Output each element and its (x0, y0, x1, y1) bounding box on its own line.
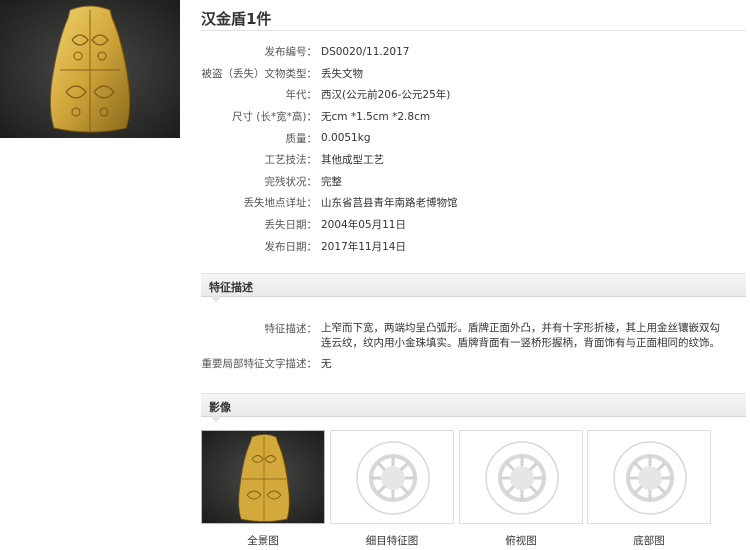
title-divider (201, 30, 746, 31)
thumbnail-image[interactable] (587, 430, 711, 524)
field-label: 发布编号： (264, 46, 318, 59)
field-row: 年代： 西汉(公元前206-公元25年) (201, 84, 746, 106)
section-notch-inner (212, 416, 220, 421)
artifact-main-photo[interactable] (0, 0, 180, 138)
images-section-header: 影像 (201, 393, 746, 422)
artifact-fields: 发布编号： DS0020/11.2017 被盗（丢失）文物类型： 丢失文物 年代：西… (201, 41, 746, 257)
field-row: 被盗（丢失）文物类型： 丢失文物 (201, 63, 746, 85)
thumbnail-caption: 全景图 (247, 535, 279, 547)
field-value: DS0020/11.2017 (321, 45, 410, 58)
field-value: 西汉(公元前206-公元25年) (321, 89, 451, 102)
thumbnail-caption: 俯视图 (505, 535, 537, 547)
feature-description: 特征描述： 上窄而下宽，两端均呈凸弧形。盾牌正面外凸，并有十字形折棱，其上用金丝… (201, 321, 746, 351)
thumbnail-top-view[interactable]: 俯视图 (459, 430, 583, 548)
field-row: 丢失地点详址： 山东省莒县青年南路老博物馆 (201, 192, 746, 214)
key-feature-value: 无 (321, 358, 332, 370)
field-label: 发布日期： (264, 240, 318, 253)
field-row: 发布日期： 2017年11月14日 (201, 235, 746, 257)
field-value: 2004年05月11日 (321, 219, 406, 232)
thumbnail-image[interactable] (330, 430, 454, 524)
field-row: 尺寸 (长*宽*高)： 无cm *1.5cm *2.8cm (201, 106, 746, 128)
field-value: 无cm *1.5cm *2.8cm (321, 111, 431, 124)
artifact-title: 汉金盾1件 (201, 10, 272, 28)
field-label: 丢失地点详址： (243, 197, 318, 210)
key-feature-row: 重要局部特征文字描述： 无 (201, 356, 332, 371)
feature-description-line: 连云纹，纹内用小金珠填实。盾牌背面有一竖桥形握柄，背面饰有与正面相同的纹饰。 (321, 337, 720, 349)
heritage-seal-icon (356, 441, 430, 515)
field-label: 丢失日期： (264, 219, 318, 232)
feature-description-line: 上窄而下宽，两端均呈凸弧形。盾牌正面外凸，并有十字形折棱，其上用金丝镶嵌双勾 (321, 322, 720, 334)
field-label: 工艺技法： (264, 154, 318, 167)
thumbnail-caption: 底部图 (633, 535, 665, 547)
field-value: 0.0051kg (321, 132, 371, 145)
thumbnail-image[interactable] (459, 430, 583, 524)
image-thumbnails: 全景图 细目特征图 俯视图 底部图 (201, 430, 746, 550)
section-notch-inner (212, 296, 220, 301)
heritage-seal-icon (485, 441, 559, 515)
field-row: 完残状况： 完整 (201, 171, 746, 193)
field-label: 完残状况： (264, 175, 318, 188)
field-row: 质量： 0.0051kg (201, 127, 746, 149)
field-row: 工艺技法： 其他成型工艺 (201, 149, 746, 171)
gold-shield-image (49, 5, 131, 133)
thumbnail-bottom-view[interactable]: 底部图 (587, 430, 711, 548)
field-value: 其他成型工艺 (321, 154, 384, 167)
field-value: 丢失文物 (321, 67, 363, 80)
heritage-seal-icon (613, 441, 687, 515)
field-row: 丢失日期： 2004年05月11日 (201, 214, 746, 236)
key-feature-label: 重要局部特征文字描述： (201, 358, 318, 370)
feature-description-label: 特征描述： (264, 323, 318, 335)
thumbnail-image[interactable] (201, 430, 325, 524)
thumbnail-detail[interactable]: 细目特征图 (330, 430, 454, 548)
feature-description-row: 特征描述： 上窄而下宽，两端均呈凸弧形。盾牌正面外凸，并有十字形折棱，其上用金丝… (201, 321, 746, 351)
field-label: 年代： (285, 89, 318, 102)
field-label: 被盗（丢失）文物类型： (201, 67, 318, 80)
field-label: 尺寸 (长*宽*高)： (231, 111, 317, 124)
field-value: 山东省莒县青年南路老博物馆 (321, 197, 458, 210)
features-section-header: 特征描述 (201, 273, 746, 302)
feature-description-text: 上窄而下宽，两端均呈凸弧形。盾牌正面外凸，并有十字形折棱，其上用金丝镶嵌双勾 连… (317, 321, 720, 351)
thumbnail-caption: 细目特征图 (365, 535, 419, 547)
field-label: 质量： (285, 132, 318, 145)
gold-shield-image (238, 434, 290, 522)
field-value: 完整 (321, 175, 342, 188)
thumbnail-panorama[interactable]: 全景图 (201, 430, 325, 548)
field-row: 发布编号： DS0020/11.2017 (201, 41, 746, 63)
images-section-title: 影像 (209, 401, 231, 414)
field-value: 2017年11月14日 (321, 240, 406, 253)
features-section-title: 特征描述 (209, 281, 253, 294)
